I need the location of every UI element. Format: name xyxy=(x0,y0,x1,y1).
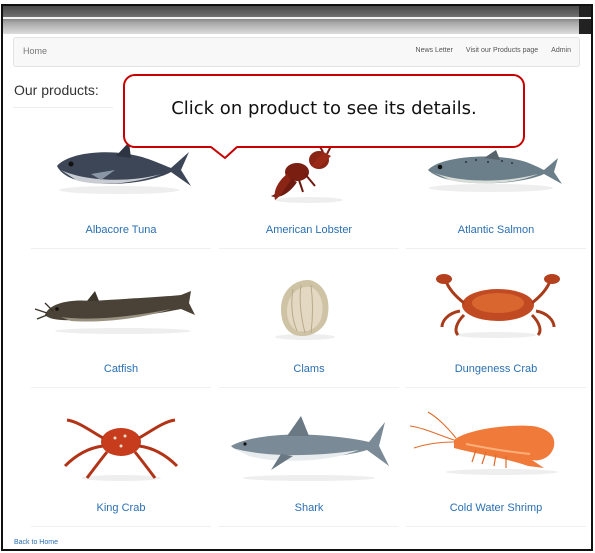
nav-newsletter-link[interactable]: News Letter xyxy=(416,47,453,54)
king-crab-image xyxy=(63,418,179,481)
page-title: Our products: xyxy=(14,82,99,98)
product-name[interactable]: Shark xyxy=(219,502,399,514)
nav-home-link[interactable]: Home xyxy=(23,46,47,56)
product-card-cold-water-shrimp[interactable]: Cold Water Shrimp xyxy=(406,408,586,528)
product-name[interactable]: Cold Water Shrimp xyxy=(406,502,586,514)
product-card-king-crab[interactable]: King Crab xyxy=(31,408,211,528)
navbar: Home News Letter Visit our Products page… xyxy=(13,37,580,67)
product-card-shark[interactable]: Shark xyxy=(219,408,399,528)
product-card-american-lobster[interactable]: American Lobster xyxy=(219,130,399,250)
title-divider xyxy=(13,107,113,108)
callout-tail xyxy=(211,146,238,160)
nav-admin-link[interactable]: Admin xyxy=(551,47,571,54)
product-name[interactable]: American Lobster xyxy=(219,224,399,236)
back-to-home-link[interactable]: Back to Home xyxy=(14,539,58,546)
catfish-image xyxy=(34,291,195,334)
product-card-dungeness-crab[interactable]: Dungeness Crab xyxy=(406,269,586,389)
dungeness-crab-image xyxy=(436,274,560,338)
shark-image xyxy=(231,416,389,481)
product-name[interactable]: Atlantic Salmon xyxy=(406,224,586,236)
window-top-strip xyxy=(3,6,591,34)
product-name[interactable]: King Crab xyxy=(31,502,211,514)
product-name[interactable]: Dungeness Crab xyxy=(406,363,586,375)
clam-image xyxy=(275,280,335,340)
product-card-atlantic-salmon[interactable]: Atlantic Salmon xyxy=(406,130,586,250)
product-name[interactable]: Clams xyxy=(219,363,399,375)
browser-frame: Home News Letter Visit our Products page… xyxy=(1,4,593,551)
product-name[interactable]: Catfish xyxy=(31,363,211,375)
shrimp-image xyxy=(409,411,558,475)
instruction-callout: Click on product to see its details. xyxy=(123,74,525,148)
product-name[interactable]: Albacore Tuna xyxy=(31,224,211,236)
product-card-catfish[interactable]: Catfish xyxy=(31,269,211,389)
product-card-clams[interactable]: Clams xyxy=(219,269,399,389)
nav-right-links: News Letter Visit our Products page Admi… xyxy=(416,47,571,54)
nav-products-link[interactable]: Visit our Products page xyxy=(466,47,538,54)
callout-text: Click on product to see its details. xyxy=(171,98,477,119)
product-card-albacore-tuna[interactable]: Albacore Tuna xyxy=(31,130,211,250)
